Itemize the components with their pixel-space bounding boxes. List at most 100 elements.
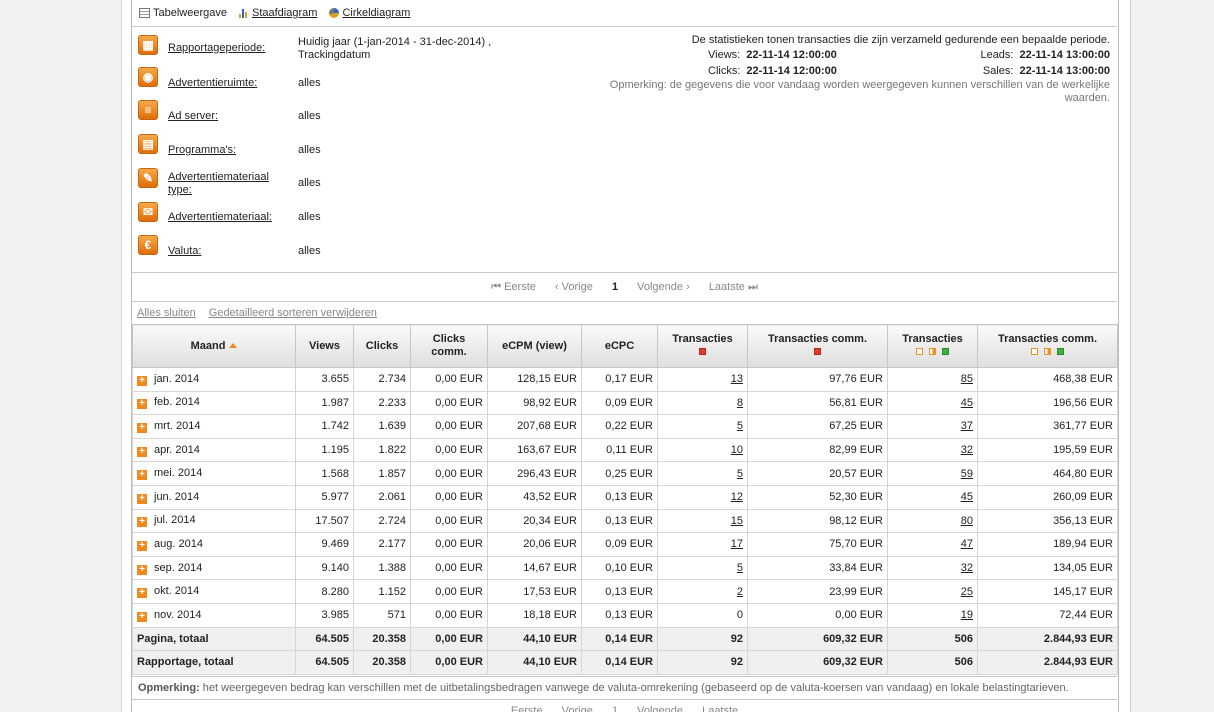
- table-cell[interactable]: 45: [887, 484, 978, 510]
- col-transactions-comm-all[interactable]: Transacties comm.: [977, 324, 1118, 368]
- col-clicks-comm[interactable]: Clicks comm.: [410, 324, 488, 368]
- table-cell[interactable]: + okt. 2014: [132, 579, 296, 604]
- expand-icon[interactable]: +: [137, 540, 147, 551]
- transactions-link[interactable]: 15: [731, 515, 743, 527]
- col-transactions-rejected[interactable]: Transacties: [657, 324, 748, 368]
- table-cell: 2.734: [353, 367, 411, 392]
- expand-icon[interactable]: +: [137, 493, 147, 504]
- table-cell[interactable]: 15: [657, 508, 748, 534]
- view-bar-option[interactable]: Staafdiagram: [239, 7, 317, 19]
- pager-last[interactable]: Laatste ⏭: [709, 281, 758, 294]
- table-cell[interactable]: 37: [887, 414, 978, 439]
- col-clicks[interactable]: Clicks: [353, 324, 411, 368]
- table-cell[interactable]: 25: [887, 579, 978, 604]
- table-cell[interactable]: + jun. 2014: [132, 484, 296, 510]
- table-cell[interactable]: 19: [887, 602, 978, 628]
- col-ecpm[interactable]: eCPM (view): [487, 324, 582, 368]
- transactions-link[interactable]: 85: [961, 373, 973, 385]
- pager-first[interactable]: ⏮ Eerste: [491, 281, 536, 294]
- filter-label[interactable]: Programma's:: [168, 144, 283, 157]
- transactions-link[interactable]: 12: [731, 491, 743, 503]
- close-all-link[interactable]: Alles sluiten: [137, 307, 196, 319]
- transactions-link[interactable]: 45: [961, 491, 973, 503]
- table-cell[interactable]: + jan. 2014: [132, 367, 296, 392]
- transactions-link[interactable]: 5: [737, 562, 743, 574]
- stats-info: De statistieken tonen transacties die zi…: [600, 34, 1110, 104]
- table-cell[interactable]: 5: [657, 461, 748, 486]
- transactions-link[interactable]: 37: [961, 420, 973, 432]
- table-cell[interactable]: 32: [887, 437, 978, 463]
- table-cell[interactable]: + apr. 2014: [132, 437, 296, 463]
- table-cell: 571: [353, 602, 411, 628]
- table-cell[interactable]: 59: [887, 461, 978, 486]
- transactions-link[interactable]: 19: [961, 609, 973, 621]
- transactions-link[interactable]: 80: [961, 515, 973, 527]
- table-cell[interactable]: 80: [887, 508, 978, 534]
- table-cell[interactable]: 45: [887, 390, 978, 416]
- col-transactions-comm-rejected[interactable]: Transacties comm.: [747, 324, 888, 368]
- filter-label[interactable]: Advertentiemateriaal type:: [168, 171, 283, 197]
- expand-icon[interactable]: +: [137, 564, 147, 575]
- expand-icon[interactable]: +: [137, 446, 147, 457]
- transactions-link[interactable]: 5: [737, 420, 743, 432]
- expand-icon[interactable]: +: [137, 611, 147, 622]
- table-cell[interactable]: + mrt. 2014: [132, 414, 296, 439]
- table-cell[interactable]: 2: [657, 579, 748, 604]
- transactions-link[interactable]: 32: [961, 444, 973, 456]
- expand-icon[interactable]: +: [137, 588, 147, 599]
- transactions-link[interactable]: 8: [737, 397, 743, 409]
- filter-label[interactable]: Valuta:: [168, 245, 283, 258]
- filter-label[interactable]: Rapportageperiode:: [168, 42, 283, 55]
- transactions-link[interactable]: 2: [737, 586, 743, 598]
- transactions-link[interactable]: 45: [961, 397, 973, 409]
- table-cell[interactable]: + feb. 2014: [132, 390, 296, 416]
- expand-icon[interactable]: +: [137, 422, 147, 433]
- filter-label[interactable]: Ad server:: [168, 110, 283, 123]
- pager-first-bottom[interactable]: Eerste: [511, 705, 543, 712]
- pager-next-bottom[interactable]: Volgende: [637, 705, 683, 712]
- col-ecpc[interactable]: eCPC: [581, 324, 658, 368]
- filter-label[interactable]: Advertentieruimte:: [168, 77, 283, 90]
- transactions-link[interactable]: 5: [737, 468, 743, 480]
- table-cell[interactable]: 13: [657, 367, 748, 392]
- view-pie-option[interactable]: Cirkeldiagram: [329, 7, 410, 19]
- filter-label[interactable]: Advertentiemateriaal:: [168, 211, 283, 224]
- transactions-link[interactable]: 10: [731, 444, 743, 456]
- table-cell[interactable]: 47: [887, 532, 978, 557]
- table-cell: 9.469: [295, 532, 354, 557]
- expand-icon[interactable]: +: [137, 375, 147, 386]
- transactions-link[interactable]: 47: [961, 538, 973, 550]
- pager-last-bottom[interactable]: Laatste: [702, 705, 738, 712]
- table-cell[interactable]: + nov. 2014: [132, 602, 296, 628]
- expand-icon[interactable]: +: [137, 399, 147, 410]
- table-cell[interactable]: 17: [657, 532, 748, 557]
- transactions-link[interactable]: 59: [961, 468, 973, 480]
- col-month[interactable]: Maand: [132, 324, 296, 368]
- table-cell[interactable]: 5: [657, 555, 748, 581]
- remove-sort-link[interactable]: Gedetailleerd sorteren verwijderen: [209, 307, 377, 319]
- table-cell[interactable]: + jul. 2014: [132, 508, 296, 534]
- table-cell[interactable]: + mei. 2014: [132, 461, 296, 486]
- table-cell[interactable]: 85: [887, 367, 978, 392]
- expand-icon[interactable]: +: [137, 470, 147, 481]
- table-cell[interactable]: 5: [657, 414, 748, 439]
- col-transactions-all[interactable]: Transacties: [887, 324, 978, 368]
- table-cell[interactable]: 32: [887, 555, 978, 581]
- table-cell[interactable]: + aug. 2014: [132, 532, 296, 557]
- transactions-link[interactable]: 32: [961, 562, 973, 574]
- col-views[interactable]: Views: [295, 324, 354, 368]
- pager-next[interactable]: Volgende ›: [637, 281, 690, 293]
- totals-cell: Pagina, totaal: [132, 626, 296, 652]
- table-cell[interactable]: 8: [657, 390, 748, 416]
- table-row: + okt. 2014 8.280 1.152 0,00 EUR 17,53 EUR 0,1…: [132, 579, 1118, 604]
- expand-icon[interactable]: +: [137, 517, 147, 528]
- pager-prev-bottom[interactable]: Vorige: [562, 705, 593, 712]
- pager-prev[interactable]: ‹ Vorige: [555, 281, 593, 293]
- view-table-option[interactable]: Tabelweergave: [139, 7, 227, 19]
- transactions-link[interactable]: 13: [731, 373, 743, 385]
- table-cell[interactable]: 10: [657, 437, 748, 463]
- table-cell[interactable]: + sep. 2014: [132, 555, 296, 581]
- transactions-link[interactable]: 25: [961, 586, 973, 598]
- transactions-link[interactable]: 17: [731, 538, 743, 550]
- table-cell[interactable]: 12: [657, 484, 748, 510]
